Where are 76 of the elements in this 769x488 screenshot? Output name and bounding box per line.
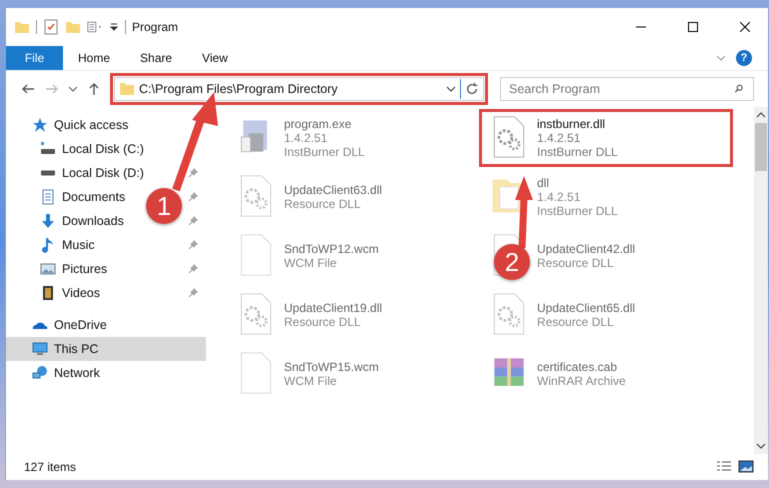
film-icon <box>40 285 56 301</box>
dropdown-icon[interactable] <box>446 84 456 94</box>
search-field[interactable]: Search Program <box>500 77 754 101</box>
pin-icon[interactable] <box>188 192 198 202</box>
file-detail: WCM File <box>284 256 338 270</box>
file-detail: InstBurner DLL <box>537 145 618 159</box>
pin-icon[interactable] <box>188 264 198 274</box>
file-detail: InstBurner DLL <box>284 145 365 159</box>
large-icons-view-icon[interactable] <box>738 459 754 475</box>
ribbon-tab[interactable]: View <box>187 46 243 70</box>
document-icon <box>40 189 56 205</box>
file-name[interactable]: certificates.cab <box>537 360 626 374</box>
file-name[interactable]: instburner.dll <box>537 117 618 131</box>
drive-icon <box>40 141 56 157</box>
expand-ribbon-icon[interactable] <box>716 55 726 61</box>
close-icon <box>740 22 750 32</box>
scroll-thumb[interactable] <box>755 123 767 171</box>
file-detail: WCM File <box>284 374 338 388</box>
file-detail: Resource DLL <box>537 315 615 329</box>
window-title: Program <box>132 20 178 34</box>
file-name[interactable]: UpdateClient42.dll <box>537 242 636 256</box>
file-item[interactable]: instburner.dll 1.4.2.51 InstBurner DLL <box>481 111 731 165</box>
file-detail: 1.4.2.51 <box>284 131 328 145</box>
dropdown-icon[interactable] <box>109 22 119 32</box>
sidebar-item[interactable]: This PC <box>6 337 206 361</box>
sidebar-item[interactable]: Local Disk (D:) <box>40 165 144 181</box>
refresh-icon[interactable] <box>465 82 479 96</box>
sidebar-item[interactable]: Local Disk (C:) <box>40 141 144 157</box>
sidebar-item[interactable]: OneDrive <box>6 313 206 337</box>
file-detail: InstBurner DLL <box>537 204 618 218</box>
file-name[interactable]: UpdateClient63.dll <box>284 183 382 197</box>
sidebar-item[interactable]: Quick access <box>6 113 206 137</box>
file-name[interactable]: SndToWP15.wcm <box>284 360 379 374</box>
sidebar-item[interactable]: Downloads <box>40 213 124 229</box>
folder-icon <box>119 81 135 97</box>
file-detail: Resource DLL <box>284 315 362 329</box>
sidebar-item[interactable]: Network <box>6 361 206 385</box>
pin-icon[interactable] <box>188 168 198 178</box>
scrollbar[interactable] <box>754 107 768 454</box>
ribbon-tab[interactable]: Share <box>125 46 188 70</box>
pin-icon[interactable] <box>188 288 198 298</box>
checklist-icon[interactable] <box>43 19 59 35</box>
picture-icon <box>40 261 56 277</box>
ribbon-tab[interactable]: File <box>6 46 63 70</box>
download-arrow-icon <box>40 213 56 229</box>
file-name[interactable]: UpdateClient19.dll <box>284 301 382 315</box>
sidebar-item[interactable]: Pictures <box>40 261 108 277</box>
scroll-up-icon[interactable] <box>756 112 766 118</box>
pin-icon[interactable] <box>188 216 198 226</box>
sidebar-item[interactable]: Music <box>40 237 95 253</box>
properties-icon[interactable] <box>87 19 103 35</box>
sidebar-item[interactable]: Documents <box>40 189 126 205</box>
search-icon <box>734 84 744 94</box>
help-button[interactable]: ? <box>736 50 752 66</box>
scroll-down-icon[interactable] <box>756 443 766 449</box>
sidebar-item[interactable]: Videos <box>40 285 100 301</box>
file-name[interactable]: program.exe <box>284 117 365 131</box>
recent-dropdown-icon[interactable] <box>68 84 78 94</box>
item-count: 127 items <box>24 460 76 474</box>
step-badge: 1 <box>146 188 182 224</box>
file-name[interactable]: SndToWP12.wcm <box>284 242 379 256</box>
star-icon <box>32 117 48 133</box>
pin-icon[interactable] <box>188 240 198 250</box>
file-name[interactable]: UpdateClient65.dll <box>537 301 636 315</box>
step-badge: 2 <box>494 244 530 280</box>
file-detail: Resource DLL <box>537 256 615 270</box>
file-detail: 1.4.2.51 <box>537 190 582 204</box>
minimize-icon <box>636 26 646 28</box>
file-detail: Resource DLL <box>284 197 362 211</box>
monitor-icon <box>32 341 48 357</box>
ribbon-tab[interactable]: Home <box>63 46 126 70</box>
maximize-icon <box>688 22 698 32</box>
network-icon <box>32 365 48 381</box>
file-detail: WinRAR Archive <box>537 374 626 388</box>
file-detail: 1.4.2.51 <box>537 131 582 145</box>
file-name[interactable]: dll <box>537 176 618 190</box>
